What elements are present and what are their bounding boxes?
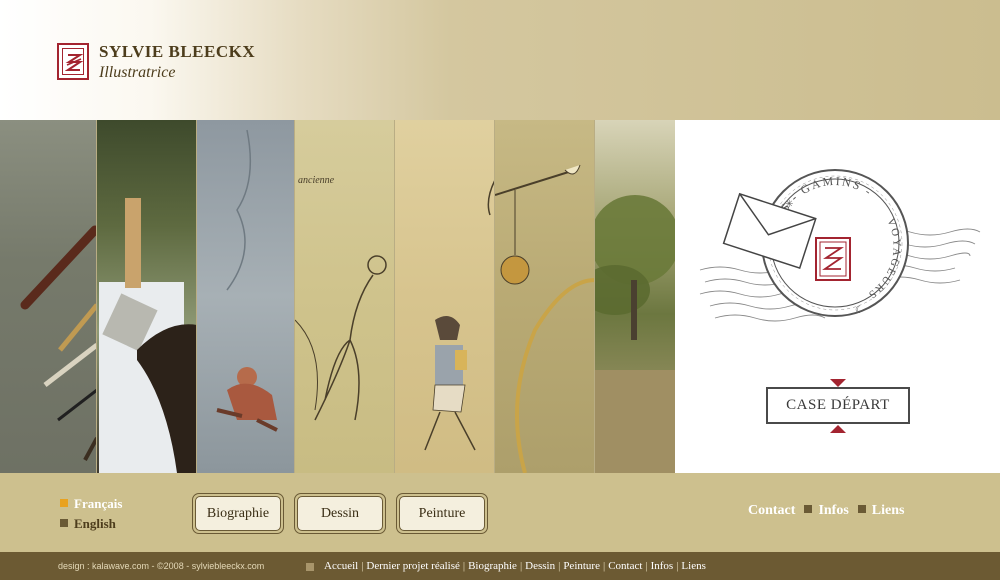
bullet-icon	[60, 519, 68, 527]
footer-link-dernier-projet[interactable]: Dernier projet réalisé	[366, 560, 459, 572]
button-label: Peinture	[399, 496, 485, 531]
artwork-strips: ancienne	[0, 120, 675, 473]
footer-link-biographie[interactable]: Biographie	[468, 560, 517, 572]
artwork-strip-girl[interactable]	[395, 120, 495, 473]
lang-francais[interactable]: Français	[60, 496, 122, 512]
logo-icon[interactable]	[57, 43, 89, 80]
lang-label: Français	[74, 496, 123, 511]
contact-link[interactable]: Contact	[748, 503, 795, 518]
footer-link-contact[interactable]: Contact	[608, 560, 642, 572]
footer-link-dessin[interactable]: Dessin	[525, 560, 555, 572]
button-label: Dessin	[297, 496, 383, 531]
cta-arrow-up-icon	[830, 425, 846, 433]
bullet-icon	[60, 499, 68, 507]
strip-text: ancienne	[298, 175, 335, 186]
case-depart-button[interactable]: CASE DÉPART	[766, 387, 910, 424]
site-header: SYLVIE BLEECKX Illustratrice	[0, 0, 1000, 120]
artwork-strip-easel[interactable]	[97, 120, 197, 473]
biographie-button[interactable]: Biographie	[192, 493, 284, 534]
footer-link-peinture[interactable]: Peinture	[563, 560, 600, 572]
separator-square-icon	[804, 505, 813, 513]
artwork-strip-gnome[interactable]	[197, 120, 295, 473]
liens-link[interactable]: Liens	[872, 503, 905, 518]
artwork-strip-brushes[interactable]	[0, 120, 97, 473]
secondary-nav: Contact Infos Liens	[748, 503, 904, 519]
footer-link-infos[interactable]: Infos	[651, 560, 674, 572]
footer-links: Accueil | Dernier projet réalisé | Biographi…	[324, 560, 706, 572]
artwork-strip-lantern[interactable]	[495, 120, 595, 473]
site-subtitle: Illustratrice	[99, 64, 176, 81]
svg-text:✳: ✳	[785, 199, 793, 210]
site-title[interactable]: SYLVIE BLEECKX	[99, 42, 255, 62]
artwork-strip-walking-man[interactable]: ancienne	[295, 120, 395, 473]
dessin-button[interactable]: Dessin	[294, 493, 386, 534]
artwork-strip-landscape[interactable]	[595, 120, 675, 473]
footer-link-accueil[interactable]: Accueil	[324, 560, 358, 572]
cta-arrow-down-icon	[830, 379, 846, 387]
svg-text:☾: ☾	[855, 305, 864, 316]
infos-link[interactable]: Infos	[818, 503, 848, 518]
button-label: Biographie	[195, 496, 281, 531]
footer-link-liens[interactable]: Liens	[681, 560, 705, 572]
separator-square-icon	[857, 505, 866, 513]
lang-english[interactable]: English	[60, 516, 116, 532]
peinture-button[interactable]: Peinture	[396, 493, 488, 534]
footer-credit: design : kalawave.com - ©2008 - sylviebl…	[58, 561, 265, 571]
footer-square-icon	[306, 563, 314, 571]
lang-label: English	[74, 516, 116, 531]
